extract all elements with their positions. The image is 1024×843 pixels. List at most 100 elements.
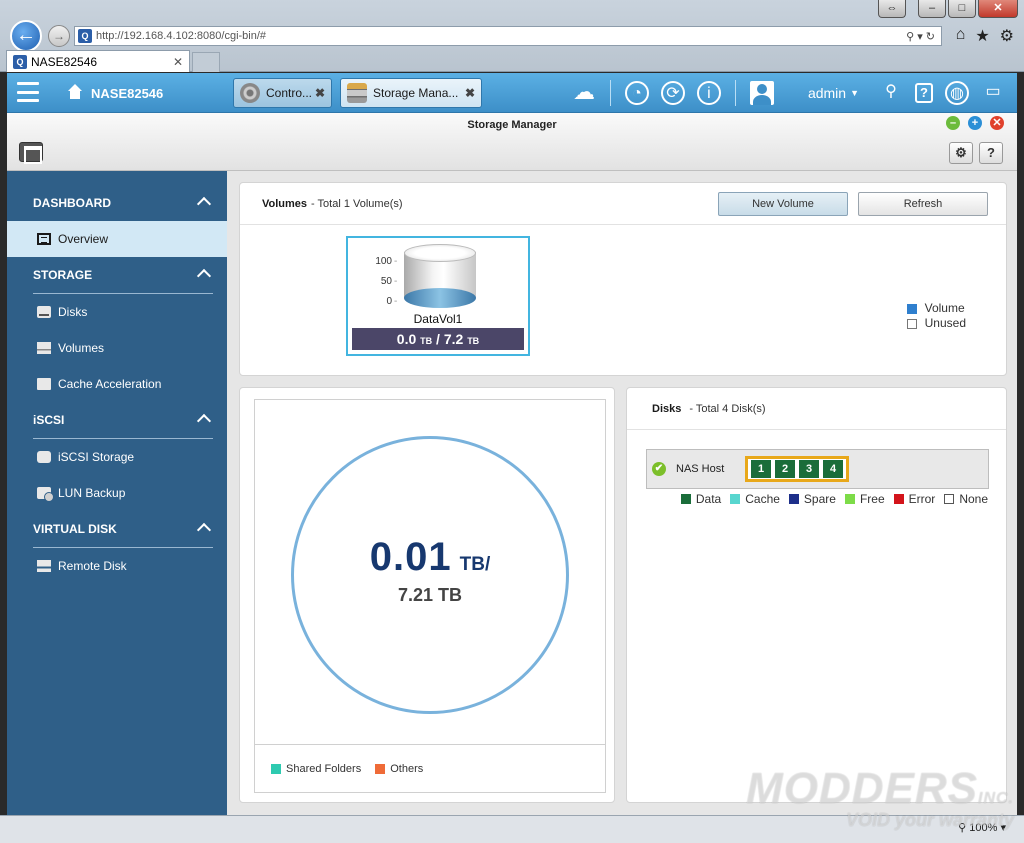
close-window-icon[interactable]: ✕ xyxy=(978,0,1018,18)
forward-button[interactable]: → xyxy=(48,25,70,47)
sidebar-item-cache-acceleration[interactable]: Cache Acceleration xyxy=(7,366,227,402)
sidebar-item-label: LUN Backup xyxy=(58,486,126,500)
volume-total-unit: TB xyxy=(467,336,480,346)
close-app-icon[interactable]: ✕ xyxy=(990,116,1004,130)
legend-swatch xyxy=(375,763,386,774)
settings-gear-icon[interactable]: ⚙ xyxy=(949,142,973,164)
divider xyxy=(609,80,611,106)
chevron-up-icon[interactable] xyxy=(196,268,212,284)
new-volume-button[interactable]: New Volume xyxy=(718,192,848,216)
overview-icon xyxy=(37,233,51,245)
legend-none: None xyxy=(959,492,988,506)
tab-storage-manager[interactable]: Storage Mana... ✖ xyxy=(340,78,482,108)
browser-tab[interactable]: Q NASE82546 ✕ xyxy=(6,50,190,72)
watermark-line1: MODDERS xyxy=(746,764,978,813)
capacity-chart: 0.01 TB/ 7.21 TB Shared Folders Others xyxy=(254,399,606,793)
background-tasks-icon[interactable]: ◔ xyxy=(624,81,649,105)
sidebar-item-overview[interactable]: Overview xyxy=(7,221,227,257)
sidebar-section-iscsi[interactable]: iSCSI xyxy=(7,402,227,438)
window-controls: ⇔ – □ ✕ xyxy=(878,0,1018,18)
volume-used: 0.0 xyxy=(396,331,417,347)
desktop-icon[interactable]: ▭ xyxy=(981,81,1005,105)
legend-cache: Cache xyxy=(745,492,780,506)
disk-bay-1[interactable]: 1 xyxy=(751,460,771,478)
disk-bay-3[interactable]: 3 xyxy=(799,460,819,478)
volume-cylinder-icon xyxy=(404,244,476,308)
legend-swatch xyxy=(730,494,741,504)
settings-gear-icon[interactable]: ⚙ xyxy=(1000,26,1014,46)
volume-usage-bar: 0.0 TB / 7.2 TB xyxy=(352,328,524,350)
external-device-icon[interactable]: ⟳ xyxy=(660,81,685,105)
divider xyxy=(734,80,736,106)
legend-unused: Unused xyxy=(906,316,966,331)
legend-swatch xyxy=(893,494,904,504)
remote-disk-icon xyxy=(37,560,51,572)
minimize-app-icon[interactable]: – xyxy=(946,116,960,130)
refresh-button[interactable]: Refresh xyxy=(858,192,988,216)
sidebar-item-iscsi-storage[interactable]: iSCSI Storage xyxy=(7,439,227,475)
back-button[interactable]: ← xyxy=(10,20,42,52)
main-menu-icon[interactable] xyxy=(17,82,39,102)
language-globe-icon[interactable]: ◍ xyxy=(945,81,969,105)
nas-host-row[interactable]: ✔ NAS Host 1 2 3 4 xyxy=(646,449,989,489)
sidebar-section-dashboard[interactable]: DASHBOARD xyxy=(7,185,227,221)
search-icon[interactable]: ⚲ xyxy=(879,81,903,105)
capacity-panel: 0.01 TB/ 7.21 TB Shared Folders Others xyxy=(239,387,615,803)
browser-chrome: ⇔ – □ ✕ ← → Q http://192.168.4.102:8080/… xyxy=(0,0,1024,72)
volumes-title: Volumes xyxy=(262,197,308,210)
tab-close-icon[interactable]: ✖ xyxy=(315,86,325,100)
tab-close-icon[interactable]: ✕ xyxy=(173,55,183,69)
chevron-up-icon[interactable] xyxy=(196,196,212,212)
sidebar-item-disks[interactable]: Disks xyxy=(7,294,227,330)
chevron-up-icon[interactable] xyxy=(196,413,212,429)
minimize-icon[interactable]: – xyxy=(918,0,946,18)
layout-toggle-icon[interactable] xyxy=(19,142,43,164)
resize-icon[interactable]: ⇔ xyxy=(878,0,906,18)
scale-label: 50 xyxy=(380,276,392,287)
legend-swatch xyxy=(271,763,281,774)
info-icon[interactable]: i xyxy=(696,81,721,105)
search-refresh-icons[interactable]: ⚲ ▾ ↻ xyxy=(906,30,935,43)
new-tab-button[interactable] xyxy=(192,52,220,72)
volume-name: DataVol1 xyxy=(413,312,463,326)
legend-error: Error xyxy=(908,492,936,506)
disk-bay-4[interactable]: 4 xyxy=(823,460,843,478)
sidebar-item-label: Disks xyxy=(58,305,88,319)
sidebar: DASHBOARD Overview STORAGE Disks Volumes… xyxy=(7,171,227,815)
sidebar-section-virtual-disk[interactable]: VIRTUAL DISK xyxy=(7,511,227,547)
sidebar-item-label: iSCSI Storage xyxy=(58,450,135,464)
maximize-app-icon[interactable]: + xyxy=(968,116,982,130)
url-host: http://192.168.4.102 xyxy=(96,30,194,42)
address-bar[interactable]: Q http://192.168.4.102:8080/cgi-bin/# ⚲ … xyxy=(74,26,942,46)
legend-spare: Spare xyxy=(803,492,836,506)
favorites-star-icon[interactable]: ★ xyxy=(975,26,989,46)
chevron-down-icon[interactable]: ▼ xyxy=(850,88,859,98)
volume-card-datavol1[interactable]: 100 50 0 --- DataVol1 0.0 TB / 7.2 TB xyxy=(346,236,530,356)
disk-bay-2[interactable]: 2 xyxy=(775,460,795,478)
user-menu[interactable]: admin xyxy=(808,85,846,101)
sidebar-item-volumes[interactable]: Volumes xyxy=(7,330,227,366)
status-ok-icon: ✔ xyxy=(652,462,666,476)
cylinder-top xyxy=(404,244,476,262)
cloud-icon[interactable]: ☁ xyxy=(572,81,596,105)
home-icon[interactable]: ⌂ xyxy=(956,26,966,46)
chevron-up-icon[interactable] xyxy=(196,522,212,538)
user-avatar-icon[interactable] xyxy=(749,81,774,105)
lun-backup-icon xyxy=(37,487,54,502)
legend-swatch xyxy=(906,318,917,329)
section-label: DASHBOARD xyxy=(33,196,111,210)
help-icon[interactable]: ? xyxy=(979,142,1003,164)
help-icon[interactable]: ? xyxy=(915,83,933,103)
sidebar-item-lun-backup[interactable]: LUN Backup xyxy=(7,475,227,511)
home-icon[interactable] xyxy=(67,84,83,100)
tab-close-icon[interactable]: ✖ xyxy=(465,86,475,100)
tab-control-panel[interactable]: Contro... ✖ xyxy=(233,78,332,108)
sidebar-section-storage[interactable]: STORAGE xyxy=(7,257,227,293)
scale-label: 0 xyxy=(386,296,392,307)
maximize-icon[interactable]: □ xyxy=(948,0,976,18)
window-title: Storage Manager xyxy=(467,119,557,131)
disks-title: Disks xyxy=(652,402,682,415)
volume-separator: / xyxy=(436,331,440,347)
watermark-inc: INC. xyxy=(978,790,1014,807)
sidebar-item-remote-disk[interactable]: Remote Disk xyxy=(7,548,227,584)
